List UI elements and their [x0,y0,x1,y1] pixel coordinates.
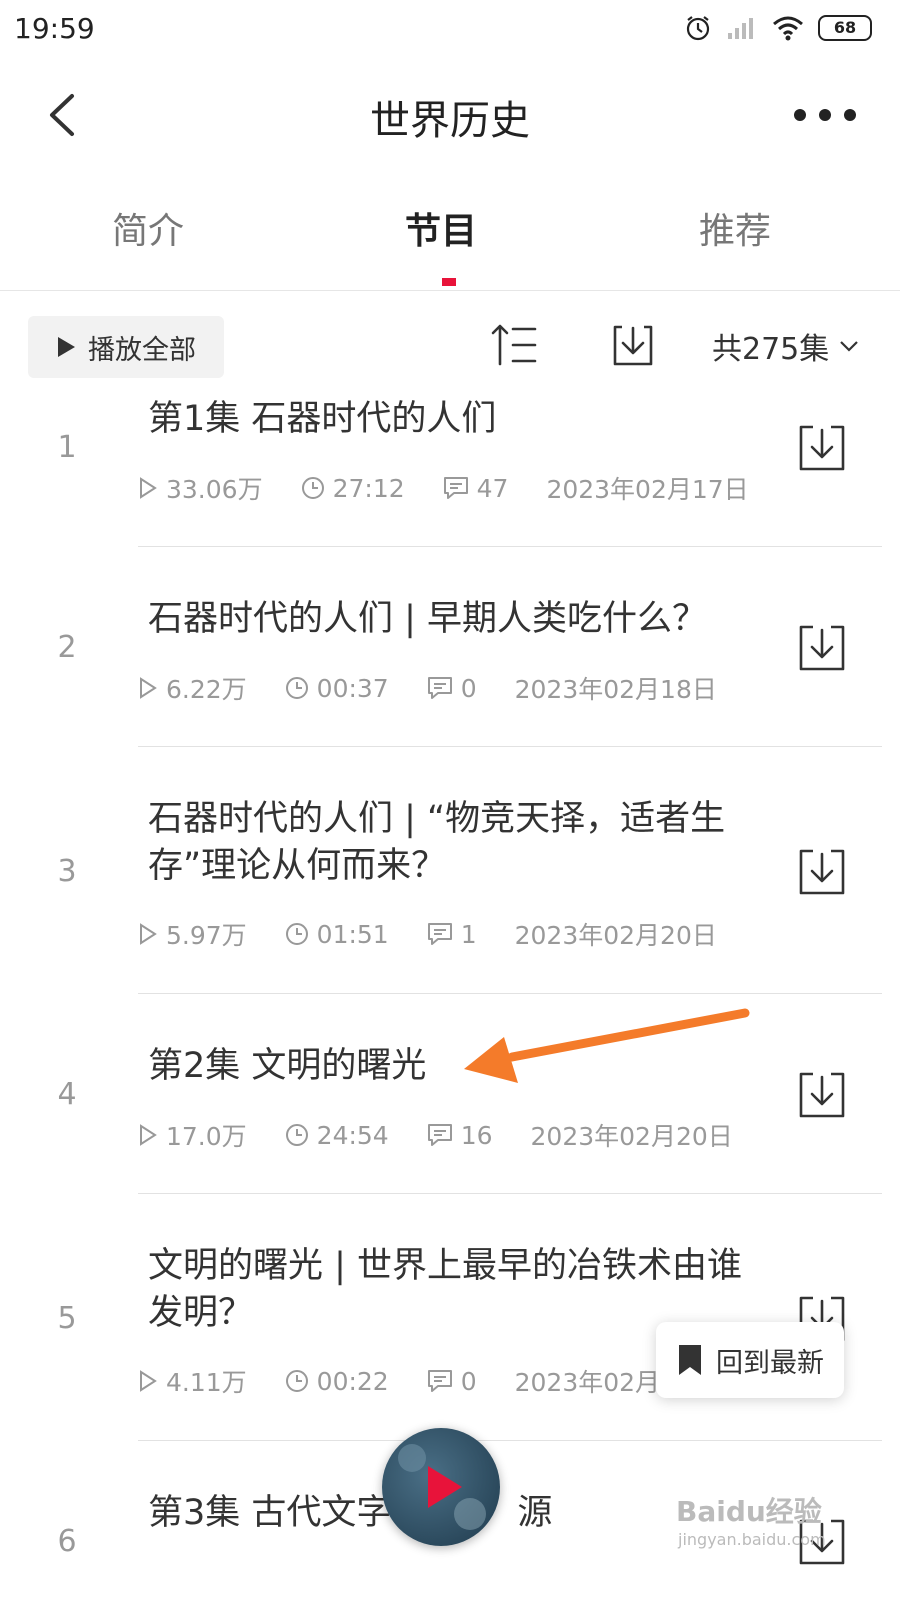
tab-episodes[interactable]: 节目 [361,202,521,254]
download-icon[interactable] [797,424,847,472]
play-count-icon [140,923,157,945]
tab-bar: 简介 节目 推荐 [0,190,900,291]
play-count: 17.0万 [166,1122,247,1151]
back-to-latest-label: 回到最新 [716,1347,824,1379]
signal-icon [728,18,753,39]
publish-date: 2023年02月18日 [514,675,717,704]
episode-title-text: 第3集 古代文字 [148,1493,392,1533]
comment-icon [443,477,468,499]
episode-meta: 6.22万 00:37 0 2023年02月18日 [138,670,717,706]
comment-count: 16 [460,1120,493,1150]
back-to-latest-button[interactable]: 回到最新 [656,1322,844,1398]
watermark-logo: Baidu经验 [676,1495,822,1528]
divider [138,993,882,994]
download-icon[interactable] [797,848,847,896]
episode-meta: 17.0万 24:54 16 2023年02月20日 [138,1117,733,1153]
comment-icon [427,923,452,945]
batch-download-icon[interactable] [608,320,658,370]
status-bar: 19:59 68 [0,0,900,60]
play-count-icon [140,677,157,699]
divider [138,546,882,547]
play-count: 33.06万 [166,475,263,504]
download-icon[interactable] [797,624,847,672]
duration: 27:12 [332,473,405,503]
duration: 24:54 [316,1120,389,1150]
episode-count-label: 共275集 [712,332,830,367]
watermark-url: jingyan.baidu.com [678,1530,826,1549]
play-icon [398,1444,486,1530]
comment-icon [427,677,452,699]
publish-date: 2023年02月17日 [546,475,749,504]
clock-icon [285,1370,308,1392]
mini-player[interactable] [382,1428,500,1546]
chevron-down-icon [840,341,859,352]
play-icon [58,337,75,357]
comment-icon [427,1370,452,1392]
wifi-icon [773,16,803,41]
bookmark-icon [679,1345,701,1375]
download-icon[interactable] [797,1071,847,1119]
episode-number: 3 [57,854,77,889]
play-all-label: 播放全部 [88,334,196,366]
episode-number: 1 [57,430,77,465]
comment-icon [427,1124,452,1146]
divider [138,1193,882,1194]
duration: 00:37 [316,673,389,703]
episode-count-dropdown[interactable]: 共275集 [712,324,859,368]
episode-number: 6 [57,1524,77,1559]
play-count: 5.97万 [166,921,247,950]
publish-date: 2023年02月2 [514,1368,676,1397]
list-toolbar: 播放全部 共275集 [0,310,900,380]
episode-title: 第1集 石器时代的人们 [148,399,497,439]
comment-count: 0 [460,673,477,703]
divider [138,746,882,747]
publish-date: 2023年02月20日 [514,921,717,950]
episode-number: 4 [57,1077,77,1112]
sort-order-icon[interactable] [490,320,540,370]
publish-date: 2023年02月20日 [530,1122,733,1151]
episode-number: 2 [57,630,77,665]
battery-indicator: 68 [818,15,872,41]
episode-title: 石器时代的人们 | 早期人类吃什么？ [148,599,708,639]
clock-icon [285,1124,308,1146]
play-count: 4.11万 [166,1368,247,1397]
play-count-icon [140,477,157,499]
alarm-icon [686,16,710,41]
status-time: 19:59 [14,12,95,45]
status-icons: 68 [684,14,872,42]
play-count-icon [140,1370,157,1392]
more-options-icon[interactable] [790,90,860,140]
tab-recommend[interactable]: 推荐 [655,202,815,254]
annotation-arrow-icon [464,1008,750,1083]
divider [138,1440,882,1441]
duration: 01:51 [316,919,389,949]
page-title: 世界历史 [370,98,530,144]
episode-title: 石器时代的人们 | “物竞天择，适者生存”理论从何而来？ [148,799,726,886]
clock-icon [285,923,308,945]
play-count: 6.22万 [166,675,247,704]
duration: 00:22 [316,1366,389,1396]
episode-number: 5 [57,1301,77,1336]
comment-count: 47 [476,473,509,503]
episode-meta: 4.11万 00:22 0 2023年02月2 [138,1363,676,1399]
play-all-button[interactable]: 播放全部 [28,316,224,378]
active-tab-indicator [442,278,456,286]
header: 世界历史 [0,60,900,170]
tab-intro[interactable]: 简介 [68,202,228,254]
comment-count: 1 [460,919,477,949]
clock-icon [285,677,308,699]
comment-count: 0 [460,1366,477,1396]
clock-icon [301,477,324,499]
episode-meta: 5.97万 01:51 1 2023年02月20日 [138,916,717,952]
episode-title-tail: 源 [517,1493,553,1533]
play-count-icon [140,1124,157,1146]
episode-meta: 33.06万 27:12 47 2023年02月17日 [138,470,749,506]
